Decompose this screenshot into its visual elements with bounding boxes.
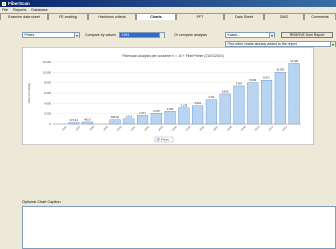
data-label: 8,006 [250, 78, 257, 82]
x-tick-label: 1998 [88, 124, 95, 131]
data-label: 3,534 [194, 101, 201, 105]
x-tick-label: 2006 [198, 124, 205, 131]
x-tick-label: 1999 [102, 124, 109, 131]
x-tick-label: 2002 [143, 124, 150, 131]
bar-chart: Fiberscan Analysis per customer n = 10 +… [27, 54, 301, 143]
data-label: 10,032 [276, 68, 284, 72]
legend-label: Prices [161, 138, 169, 142]
tab-data-sheet[interactable]: Data Sheet [224, 13, 264, 20]
y-tick-label: 0 [49, 122, 51, 126]
menu-file[interactable]: File [2, 8, 8, 12]
data-label: 826.02 [111, 115, 119, 119]
data-label: 1,014 [126, 114, 133, 118]
y-tick-label: 8,000 [44, 81, 51, 85]
tab-strip: Examine data sheet FE-reading Hardness c… [0, 13, 336, 20]
y-tick-label: 2,000 [44, 112, 51, 116]
title-bar: FiberScan [0, 0, 336, 7]
data-label: 2,454 [167, 107, 174, 111]
compare-analysis-select[interactable]: Kaizer... ▼ [225, 32, 275, 38]
bar [164, 111, 176, 125]
app-icon [2, 1, 6, 6]
data-label: 11,720 [290, 59, 298, 63]
data-label: 274.34 [70, 118, 78, 122]
bar [233, 85, 245, 125]
chevron-down-icon[interactable]: ▼ [159, 33, 164, 38]
chart-type-select[interactable]: Prices ▼ [22, 32, 80, 38]
bar [123, 118, 135, 125]
compare-analysis-label: Or compare analysis [174, 33, 207, 37]
x-tick-label: 2005 [185, 124, 192, 131]
x-tick-label: 2003 [157, 124, 164, 131]
bar [260, 80, 273, 125]
tab-gmo[interactable]: GMO [264, 13, 304, 20]
y-axis-label: Fiber (mm2/kg) [27, 83, 31, 103]
y-tick-label: 6,000 [44, 91, 51, 95]
x-tick-label: 1997 [74, 124, 81, 131]
bar [150, 113, 162, 125]
caption-label: Optional Chart Caption [22, 200, 61, 204]
tab-examine-data-sheet[interactable]: Examine data sheet [0, 13, 48, 20]
caption-textarea[interactable] [22, 206, 336, 249]
data-label: 5,810 [222, 89, 229, 93]
bar [192, 105, 204, 125]
data-label: 1,671 [139, 111, 146, 115]
window-title: FiberScan [8, 1, 30, 6]
bar [68, 122, 80, 125]
compare-values-label: Compare by values [85, 33, 116, 37]
x-tick-label: 2001 [129, 124, 136, 131]
x-tick-label: 2008 [226, 124, 233, 131]
bar [81, 121, 94, 125]
bar [247, 82, 259, 125]
x-tick-label: 2009 [240, 124, 247, 131]
legend-swatch [156, 138, 160, 141]
y-tick-label: 10,000 [42, 70, 51, 74]
bar [109, 119, 121, 125]
find-charts-value: Find other charts already added to the r… [227, 42, 297, 46]
x-tick-label: 2011 [267, 124, 274, 131]
tab-comments[interactable]: Comments [304, 13, 336, 20]
compare-values-select[interactable]: 1994 ▼ [119, 32, 165, 38]
chart-title: Fiberscan Analysis per customer n = 10 +… [122, 54, 223, 58]
compare-values-value: 1994 [121, 33, 130, 37]
data-label: 2,079 [153, 109, 160, 113]
tab-fe-reading[interactable]: FE-reading [48, 13, 88, 20]
chart-type-value: Prices [24, 33, 35, 37]
x-tick-label: 2004 [171, 124, 178, 131]
y-tick-label: 4,000 [44, 101, 51, 105]
chevron-down-icon[interactable]: ▼ [330, 42, 335, 47]
remove-from-report-button[interactable]: REMOVE from Report [281, 32, 333, 38]
data-label: 8,471 [263, 76, 270, 80]
data-label: 4,711 [208, 95, 215, 99]
menu-reports[interactable]: Reports [13, 8, 26, 12]
tab-pft[interactable]: PFT [176, 13, 224, 20]
bar [178, 107, 190, 125]
bar [136, 115, 149, 125]
y-tick-label: 12,000 [42, 60, 51, 64]
chevron-down-icon[interactable]: ▼ [269, 33, 274, 38]
tab-charts[interactable]: Charts [136, 13, 176, 20]
data-label: 3,138 [181, 103, 188, 107]
data-label: 7,367 [236, 81, 243, 85]
bar [219, 93, 231, 125]
x-tick-label: 2012 [281, 124, 288, 131]
compare-analysis-value: Kaizer... [227, 33, 241, 37]
bar [288, 63, 300, 125]
x-tick-label: 2000 [116, 124, 123, 131]
x-tick-label: 2010 [253, 124, 260, 131]
bar [274, 71, 286, 125]
bar [205, 99, 218, 125]
x-tick-label: 2007 [212, 124, 219, 131]
chart-area: Fiberscan Analysis per customer n = 10 +… [22, 47, 314, 145]
x-tick-label: 1996 [61, 124, 68, 131]
tab-hardness-criteria[interactable]: Hardness criteria [88, 13, 136, 20]
menu-database[interactable]: Database [31, 8, 47, 12]
chevron-down-icon[interactable]: ▼ [74, 33, 79, 38]
data-label: 400.3 [84, 117, 91, 121]
